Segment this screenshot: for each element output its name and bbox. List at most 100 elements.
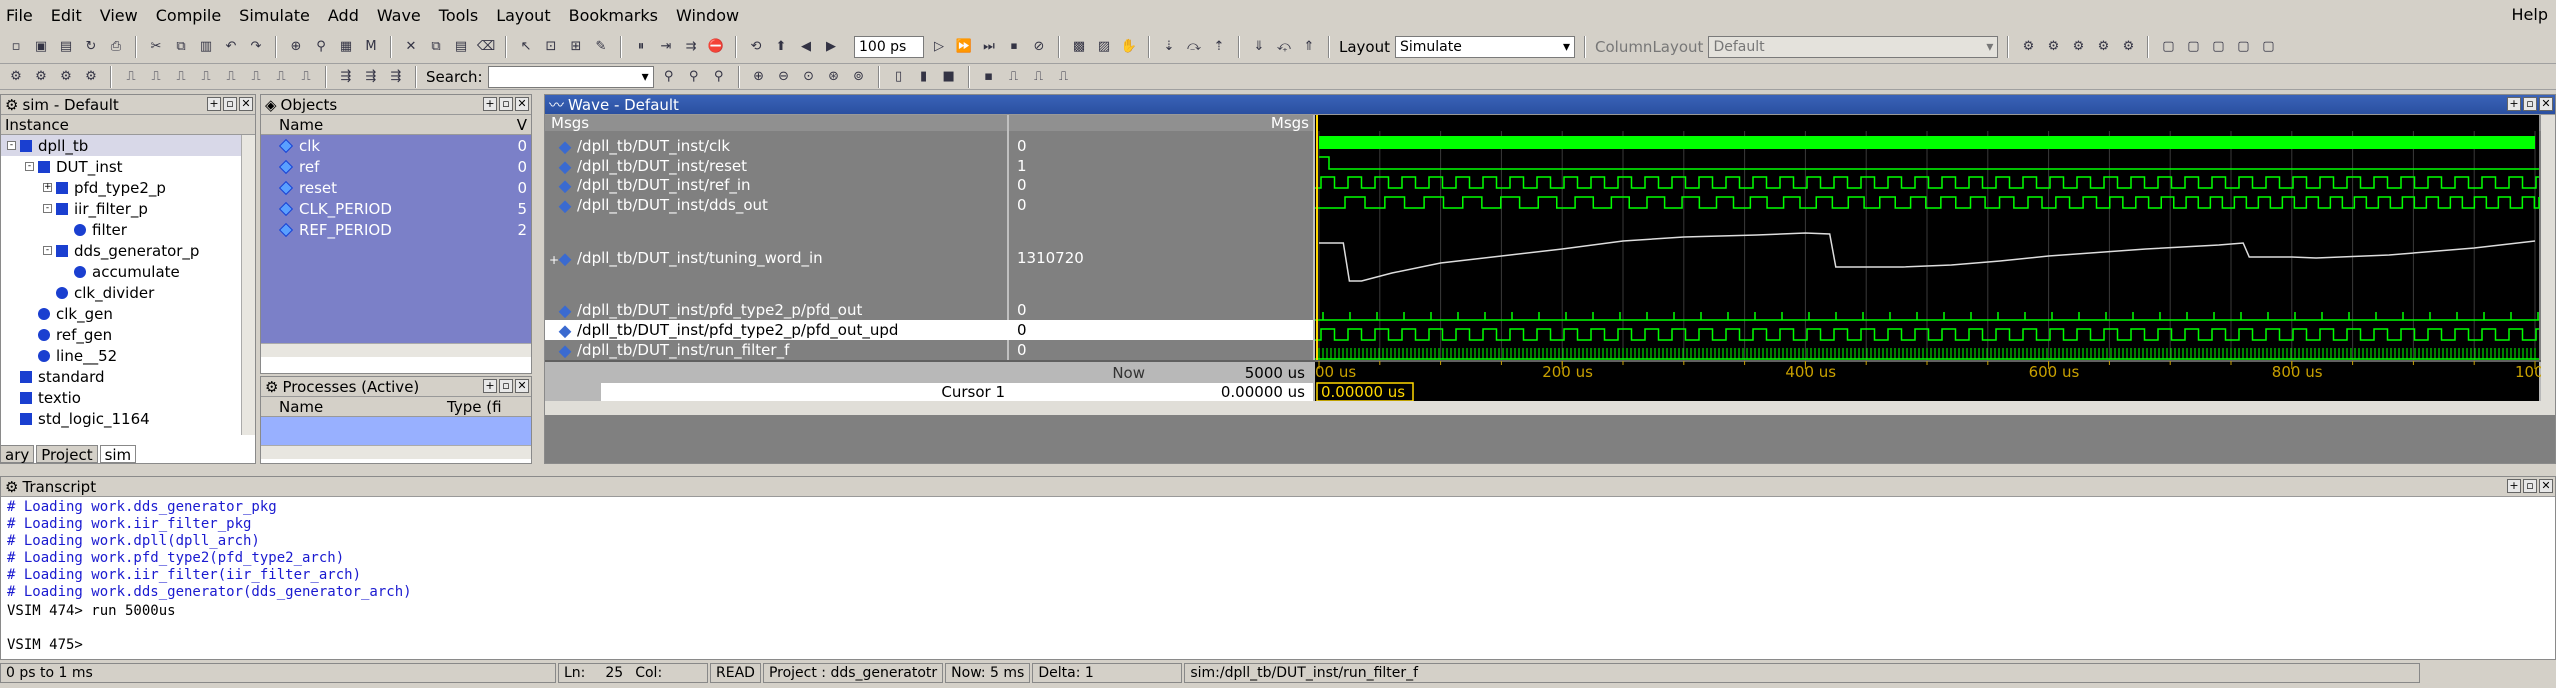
menu-tools[interactable]: Tools — [439, 6, 478, 25]
window-icon-4[interactable]: ▢ — [2233, 37, 2253, 57]
performance-icon[interactable]: ▩ — [1069, 37, 1089, 57]
sim-icon-1[interactable]: ⚙ — [6, 67, 26, 87]
tree-item[interactable]: textio — [1, 387, 255, 408]
menu-simulate[interactable]: Simulate — [239, 6, 310, 25]
edit-icon[interactable]: ✎ — [591, 37, 611, 57]
layout-icon-4[interactable]: ⚙ — [2093, 37, 2113, 57]
undock-icon[interactable]: ▫ — [499, 379, 513, 393]
tab-ary[interactable]: ary — [0, 445, 35, 464]
expand-icon[interactable]: - — [7, 141, 16, 150]
tree-item[interactable]: filter — [1, 219, 255, 240]
proc-type-column[interactable]: Type (fi — [447, 398, 502, 416]
break-run-icon[interactable]: ⏹ — [1004, 37, 1024, 57]
wave-view-icon-1[interactable]: ▯ — [889, 67, 909, 87]
processes-hscroll[interactable] — [261, 445, 531, 459]
tree-item[interactable]: clk_divider — [1, 282, 255, 303]
wave-canvas[interactable]: Msgs Msgs/dpll_tb/DUT_inst/clk 0/dpll_tb/D… — [545, 115, 2555, 463]
window-icon-5[interactable]: ▢ — [2258, 37, 2278, 57]
close-icon[interactable]: ✕ — [515, 97, 529, 111]
select-icon[interactable]: ↖ — [516, 37, 536, 57]
dock-icon[interactable]: + — [483, 97, 497, 111]
hand-icon[interactable]: ✋ — [1119, 37, 1139, 57]
stop-icon[interactable]: ⛔ — [706, 37, 726, 57]
tree-item[interactable]: clk_gen — [1, 303, 255, 324]
tree-item[interactable]: + pfd_type2_p — [1, 177, 255, 198]
zoom-last-icon[interactable]: ⊚ — [849, 67, 869, 87]
reload-icon[interactable]: ↻ — [81, 37, 101, 57]
wave-edit-icon-1[interactable]: ▪ — [979, 67, 999, 87]
wave-hscroll[interactable] — [545, 401, 2555, 415]
dock-icon[interactable]: + — [2507, 479, 2521, 493]
menu-file[interactable]: File — [6, 6, 33, 25]
new-file-icon[interactable]: ▫ — [6, 37, 26, 57]
edge-icon-7[interactable]: ⎍ — [271, 67, 291, 87]
expand-icon[interactable]: + — [549, 253, 559, 267]
wave-delete-icon[interactable]: ⌫ — [476, 37, 496, 57]
zoom-out-icon[interactable]: ⊖ — [774, 67, 794, 87]
break-icon[interactable]: ⏸ — [631, 37, 651, 57]
macro-icon[interactable]: M — [361, 37, 381, 57]
step-back-arc-icon[interactable]: ⤽ — [1274, 37, 1294, 57]
edge-icon-1[interactable]: ⎍ — [121, 67, 141, 87]
layout-icon-2[interactable]: ⚙ — [2043, 37, 2063, 57]
tree-item[interactable]: standard — [1, 366, 255, 387]
dock-icon[interactable]: + — [207, 97, 221, 111]
sim-icon-4[interactable]: ⚙ — [81, 67, 101, 87]
window-icon-3[interactable]: ▢ — [2208, 37, 2228, 57]
object-row[interactable]: REF_PERIOD 2 — [261, 219, 531, 240]
wave-edit-icon-3[interactable]: ⎍ — [1029, 67, 1049, 87]
close-icon[interactable]: ✕ — [2539, 97, 2553, 111]
edge-icon-6[interactable]: ⎍ — [246, 67, 266, 87]
close-icon[interactable]: ✕ — [239, 97, 253, 111]
undock-icon[interactable]: ▫ — [499, 97, 513, 111]
tree-item[interactable]: ref_gen — [1, 324, 255, 345]
find-icon[interactable]: ⚲ — [311, 37, 331, 57]
search-icon-3[interactable]: ⚲ — [709, 67, 729, 87]
wave-paste-icon[interactable]: ▤ — [451, 37, 471, 57]
layout-select[interactable]: Simulate ▾ — [1395, 35, 1575, 58]
save-icon[interactable]: ▤ — [56, 37, 76, 57]
layout-icon-1[interactable]: ⚙ — [2018, 37, 2038, 57]
expand-icon[interactable]: - — [43, 204, 52, 213]
paste-icon[interactable]: ▥ — [196, 37, 216, 57]
menu-help[interactable]: Help — [2512, 5, 2548, 24]
tree-item[interactable]: std_logic_1164 — [1, 408, 255, 429]
edge-icon-3[interactable]: ⎍ — [171, 67, 191, 87]
stop-run-icon[interactable]: ⊘ — [1029, 37, 1049, 57]
wave-arrow-icon-2[interactable]: ⇶ — [361, 67, 381, 87]
step-down-icon[interactable]: ⇣ — [1159, 37, 1179, 57]
layout-icon-3[interactable]: ⚙ — [2068, 37, 2088, 57]
edge-icon-5[interactable]: ⎍ — [221, 67, 241, 87]
object-row[interactable]: CLK_PERIOD 5 — [261, 198, 531, 219]
expand-icon[interactable]: - — [43, 246, 52, 255]
copy-icon[interactable]: ⧉ — [171, 37, 191, 57]
menu-add[interactable]: Add — [328, 6, 359, 25]
edge-icon-2[interactable]: ⎍ — [146, 67, 166, 87]
tree-item[interactable]: accumulate — [1, 261, 255, 282]
undock-icon[interactable]: ▫ — [2523, 97, 2537, 111]
menu-wave[interactable]: Wave — [377, 6, 421, 25]
menu-edit[interactable]: Edit — [51, 6, 82, 25]
sim-icon-3[interactable]: ⚙ — [56, 67, 76, 87]
object-row[interactable]: clk 0 — [261, 135, 531, 156]
expand-icon[interactable]: - — [25, 162, 34, 171]
wave-view-icon-2[interactable]: ▮ — [914, 67, 934, 87]
sim-icon-2[interactable]: ⚙ — [31, 67, 51, 87]
undock-icon[interactable]: ▫ — [2523, 479, 2537, 493]
zoom-area-icon[interactable]: ⊞ — [566, 37, 586, 57]
compile-icon[interactable]: ▦ — [336, 37, 356, 57]
tree-item[interactable]: - iir_filter_p — [1, 198, 255, 219]
wave-arrow-icon-3[interactable]: ⇶ — [386, 67, 406, 87]
zoom-cursor-icon[interactable]: ⊛ — [824, 67, 844, 87]
window-icon-1[interactable]: ▢ — [2158, 37, 2178, 57]
zoom-mode-icon[interactable]: ⊡ — [541, 37, 561, 57]
column-layout-select[interactable]: Default ▾ — [1708, 35, 1999, 58]
step-arc-icon[interactable]: ⤼ — [1184, 37, 1204, 57]
print-icon[interactable]: ⎙ — [106, 37, 126, 57]
run-icon[interactable]: ▷ — [929, 37, 949, 57]
expand-icon[interactable]: + — [43, 183, 52, 192]
redo-icon[interactable]: ↷ — [246, 37, 266, 57]
wave-view-icon-3[interactable]: ■ — [939, 67, 959, 87]
close-icon[interactable]: ✕ — [2539, 479, 2553, 493]
wave-copy-icon[interactable]: ⧉ — [426, 37, 446, 57]
